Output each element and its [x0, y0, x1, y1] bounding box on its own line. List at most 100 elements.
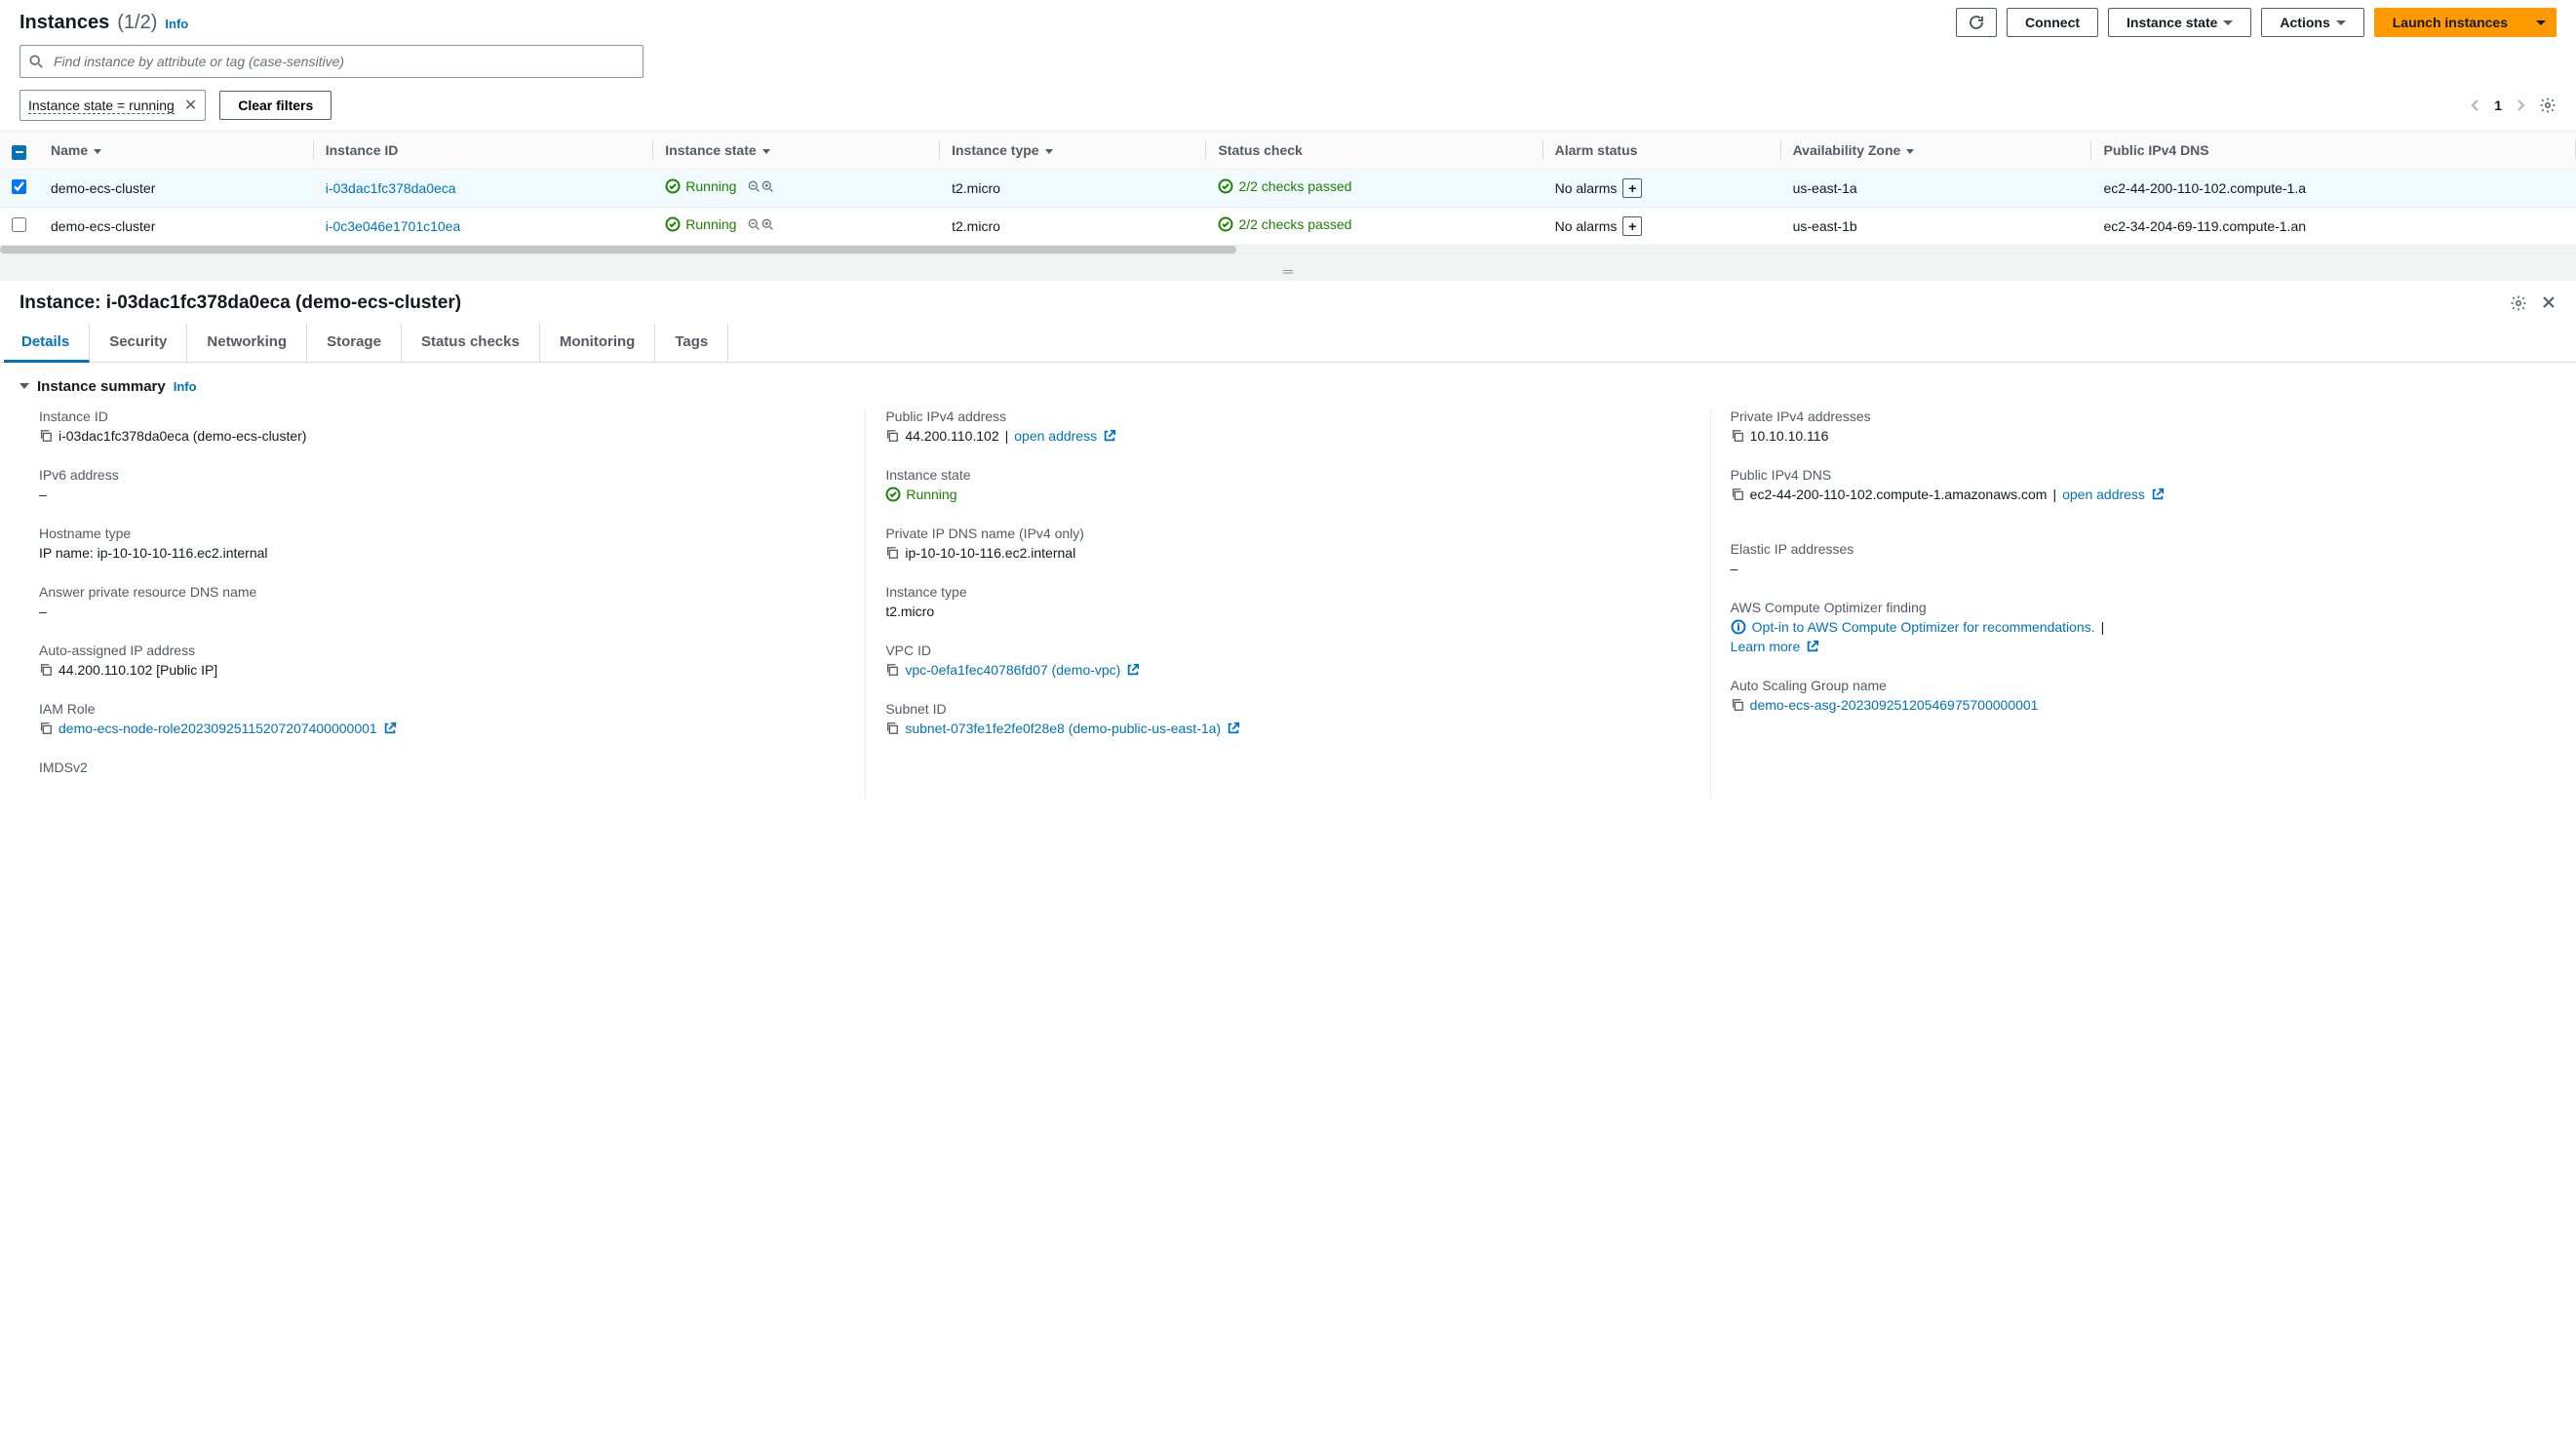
horizontal-scrollbar[interactable] — [0, 246, 2576, 254]
zoom-out-icon — [748, 180, 761, 194]
tab-status[interactable]: Status checks — [402, 324, 540, 362]
instance-id-link[interactable]: i-0c3e046e1701c10ea — [326, 218, 461, 234]
tab-details[interactable]: Details — [4, 324, 90, 363]
launch-button-group: Launch instances — [2374, 8, 2556, 37]
field-hostname-type: Hostname type IP name: ip-10-10-10-116.e… — [39, 526, 845, 561]
collapse-toggle[interactable] — [20, 383, 29, 389]
value: IP name: ip-10-10-10-116.ec2.internal — [39, 545, 845, 561]
launch-instances-button[interactable]: Launch instances — [2374, 8, 2525, 37]
page-title: Instances — [20, 12, 109, 34]
clear-filters-button[interactable]: Clear filters — [219, 91, 332, 120]
detail-settings-button[interactable] — [2510, 294, 2527, 312]
alarm-text: No alarms — [1555, 180, 1618, 196]
page-number: 1 — [2494, 98, 2502, 113]
instance-count: (1/2) — [117, 12, 157, 34]
search-input[interactable] — [20, 45, 644, 78]
dropdown-arrow-icon — [2336, 20, 2346, 25]
copy-button[interactable] — [885, 546, 899, 560]
tab-tags[interactable]: Tags — [655, 324, 728, 362]
tab-networking[interactable]: Networking — [187, 324, 307, 362]
row-checkbox[interactable] — [12, 217, 26, 232]
field-instance-id: Instance ID i-03dac1fc378da0eca (demo-ec… — [39, 409, 845, 444]
vpc-link[interactable]: vpc-0efa1fec40786fd07 (demo-vpc) — [905, 662, 1120, 678]
pipe: | — [1005, 428, 1009, 444]
settings-button[interactable] — [2539, 97, 2556, 114]
copy-button[interactable] — [1731, 429, 1744, 443]
page-header: Instances (1/2) Info Connect Instance st… — [0, 0, 2576, 41]
prev-page-button[interactable] — [2471, 98, 2480, 112]
scrollbar-thumb[interactable] — [0, 246, 1236, 254]
learn-more-link[interactable]: Learn more — [1731, 639, 1801, 654]
instance-state-label: Instance state — [2127, 15, 2217, 30]
filter-state-button[interactable] — [748, 180, 775, 194]
col-name[interactable]: Name — [39, 132, 314, 169]
actions-dropdown[interactable]: Actions — [2261, 8, 2363, 37]
state-text: Running — [685, 216, 736, 232]
section-header: Instance summary Info — [20, 378, 2556, 395]
copy-icon — [39, 663, 53, 677]
copy-button[interactable] — [885, 663, 899, 677]
filter-chip-text[interactable]: Instance state = running — [28, 98, 175, 114]
copy-button[interactable] — [1731, 488, 1744, 501]
value: 44.200.110.102 — [905, 428, 998, 444]
value: 10.10.10.116 — [1750, 428, 1829, 444]
detail-actions — [2510, 294, 2556, 312]
optimizer-link[interactable]: Opt-in to AWS Compute Optimizer for reco… — [1752, 619, 2095, 635]
instance-state-dropdown[interactable]: Instance state — [2108, 8, 2251, 37]
copy-button[interactable] — [1731, 698, 1744, 712]
copy-icon — [1731, 429, 1744, 443]
col-az[interactable]: Availability Zone — [1781, 132, 2092, 169]
label: Instance ID — [39, 409, 845, 424]
instance-id-link[interactable]: i-03dac1fc378da0eca — [326, 180, 456, 196]
open-address-link[interactable]: open address — [1014, 428, 1097, 444]
col-alarm[interactable]: Alarm status — [1543, 132, 1781, 169]
field-private-ipv4: Private IPv4 addresses 10.10.10.116 — [1731, 409, 2537, 444]
connect-button[interactable]: Connect — [2007, 8, 2098, 37]
col-type[interactable]: Instance type — [940, 132, 1206, 169]
tab-storage[interactable]: Storage — [307, 324, 402, 362]
row-checkbox[interactable] — [12, 179, 26, 194]
table-row[interactable]: demo-ecs-cluster i-0c3e046e1701c10ea Run… — [0, 207, 2576, 245]
info-link[interactable]: Info — [165, 17, 188, 31]
field-vpc: VPC ID vpc-0efa1fec40786fd07 (demo-vpc) — [885, 643, 1690, 678]
asg-link[interactable]: demo-ecs-asg-20230925120546975700000001 — [1750, 697, 2039, 713]
add-alarm-button[interactable]: + — [1622, 178, 1642, 198]
close-panel-button[interactable] — [2541, 294, 2556, 312]
state-badge: Running — [885, 487, 956, 502]
cell-az: us-east-1b — [1781, 207, 2092, 245]
pipe: | — [2052, 487, 2056, 502]
dropdown-arrow-icon — [2536, 20, 2546, 25]
search-row — [0, 41, 2576, 86]
col-az-label: Availability Zone — [1793, 142, 1901, 158]
iam-role-link[interactable]: demo-ecs-node-role2023092511520720740000… — [59, 721, 377, 736]
table-header-row: Name Instance ID Instance state Instance… — [0, 132, 2576, 169]
col-id[interactable]: Instance ID — [314, 132, 654, 169]
copy-button[interactable] — [885, 722, 899, 735]
col-state[interactable]: Instance state — [653, 132, 940, 169]
tab-security[interactable]: Security — [90, 324, 187, 362]
filter-state-button[interactable] — [748, 218, 775, 232]
label: VPC ID — [885, 643, 1690, 658]
refresh-button[interactable] — [1956, 8, 1997, 37]
label: Subnet ID — [885, 701, 1690, 717]
launch-instances-dropdown[interactable] — [2525, 8, 2556, 37]
subnet-link[interactable]: subnet-073fe1fe2fe0f28e8 (demo-public-us… — [905, 721, 1221, 736]
col-dns[interactable]: Public IPv4 DNS — [2091, 132, 2576, 169]
panel-resizer[interactable]: ═ — [0, 254, 2576, 281]
col-status[interactable]: Status check — [1206, 132, 1542, 169]
copy-button[interactable] — [39, 663, 53, 677]
tab-monitoring[interactable]: Monitoring — [540, 324, 655, 362]
next-page-button[interactable] — [2516, 98, 2525, 112]
col-alarm-label: Alarm status — [1555, 142, 1638, 158]
field-instance-state: Instance state Running — [885, 467, 1690, 502]
filter-remove-button[interactable]: ✕ — [184, 96, 197, 115]
copy-button[interactable] — [39, 722, 53, 735]
section-info-link[interactable]: Info — [174, 379, 197, 394]
table-row[interactable]: demo-ecs-cluster i-03dac1fc378da0eca Run… — [0, 169, 2576, 207]
copy-button[interactable] — [885, 429, 899, 443]
open-address-link[interactable]: open address — [2062, 487, 2145, 502]
select-all-header[interactable] — [0, 132, 39, 169]
add-alarm-button[interactable]: + — [1622, 216, 1642, 236]
copy-button[interactable] — [39, 429, 53, 443]
cell-dns: ec2-44-200-110-102.compute-1.a — [2091, 169, 2576, 207]
